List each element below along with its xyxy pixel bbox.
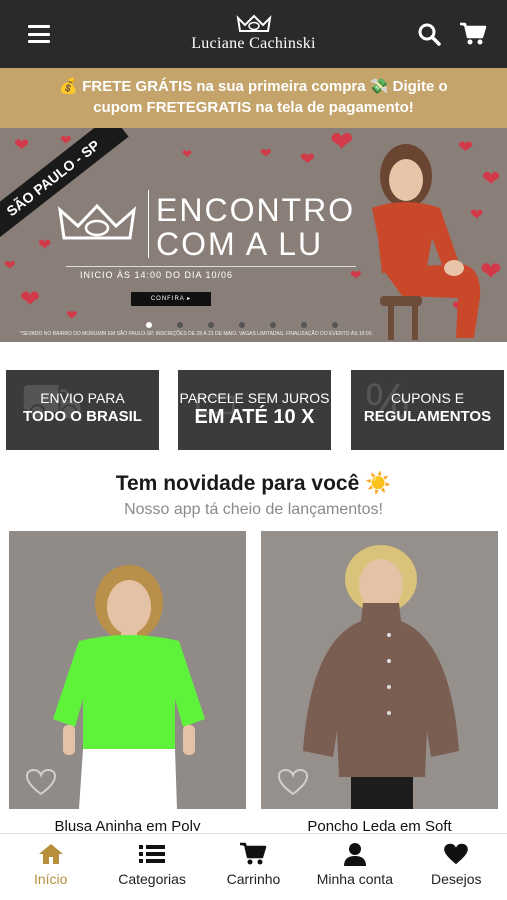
carousel-dot[interactable] (177, 322, 183, 328)
favorite-heart-icon[interactable] (25, 768, 57, 796)
product-card[interactable]: Blusa Aninha em Poly (9, 531, 246, 831)
favorite-heart-icon[interactable] (277, 768, 309, 796)
shipping-info-box[interactable]: ⛟ ENVIO PARA TODO O BRASIL (6, 370, 159, 450)
heart-decoration: ❤ (20, 286, 41, 313)
section-title: Tem novidade para você ☀️ (115, 472, 392, 495)
banner-title-line-2: COM A LU (156, 226, 324, 262)
crown-icon (236, 14, 271, 32)
heart-decoration: ❤ (260, 145, 272, 161)
nav-item-inicio[interactable]: Início (1, 842, 101, 887)
cart-icon[interactable] (459, 22, 487, 46)
nav-label: Carrinho (226, 871, 281, 887)
confira-button[interactable]: CONFIRA ▸ (131, 292, 211, 306)
carousel-dot[interactable] (301, 322, 307, 328)
carousel-dot[interactable] (146, 322, 152, 328)
bottom-navigation: Início Categorias Carrinho Minha conta D… (0, 833, 507, 900)
info-boxes: ⛟ ENVIO PARA TODO O BRASIL ▭ PARCELE SEM… (0, 370, 507, 450)
coupons-info-box[interactable]: % CUPONS E REGULAMENTOS (351, 370, 504, 450)
heart-decoration: ❤ (4, 257, 16, 273)
carousel-dot[interactable] (270, 322, 276, 328)
carousel-dot[interactable] (208, 322, 214, 328)
search-icon[interactable] (417, 22, 441, 46)
promo-line-1: 💰 FRETE GRÁTIS na sua primeira compra 💸 … (59, 78, 448, 95)
banner-fine-print: *SEVADO NO BAIRRO DO MORUMBI EM SÃO PAUL… (20, 331, 373, 337)
list-icon (139, 845, 166, 863)
heart-decoration: ❤ (60, 132, 72, 148)
carousel-dots[interactable] (146, 322, 338, 328)
promo-banner[interactable]: 💰 FRETE GRÁTIS na sua primeira compra 💸 … (0, 68, 507, 128)
heart-decoration: ❤ (14, 135, 30, 155)
banner-title-line-1: ENCONTRO (156, 192, 356, 228)
product-name[interactable]: Poncho Leda em Soft (261, 818, 498, 831)
cart-icon (240, 842, 267, 865)
promo-line-2: cupom FRETEGRATIS na tela de pagamento! (93, 99, 414, 116)
home-icon (38, 844, 63, 864)
crown-logo-icon (57, 203, 137, 240)
heart-icon (444, 843, 469, 865)
heart-decoration: ❤ (330, 128, 354, 157)
installments-info-box[interactable]: ▭ PARCELE SEM JUROS EM ATÉ 10 X (178, 370, 331, 450)
user-icon (343, 843, 366, 866)
nav-item-minha-conta[interactable]: Minha conta (305, 842, 405, 887)
carousel-dot[interactable] (332, 322, 338, 328)
title-underline (66, 266, 356, 267)
nav-label: Categorias (118, 871, 186, 887)
carousel-dot[interactable] (239, 322, 245, 328)
nav-label: Desejos (430, 871, 482, 887)
nav-label: Início (33, 871, 68, 887)
app-header: Luciane Cachinski (0, 0, 507, 68)
info-box-line-1: PARCELE SEM JUROS (179, 390, 330, 406)
info-box-line-1: CUPONS E (390, 390, 465, 406)
section-subtitle: Nosso app tá cheio de lançamentos! (124, 501, 383, 518)
banner-subtitle: INICIO ÀS 14:00 DO DIA 10/06 (80, 270, 234, 280)
hero-carousel[interactable]: ❤ ❤ ❤ ❤ ❤ ❤ ❤ ❤ ❤ ❤ ❤ ❤ ❤ ❤ ❤ ❤ ❤ SÃO PA… (0, 128, 507, 342)
product-card[interactable]: Poncho Leda em Soft (261, 531, 498, 831)
info-box-line-2: REGULAMENTOS (363, 408, 492, 425)
menu-icon[interactable] (28, 25, 50, 43)
heart-decoration: ❤ (66, 307, 78, 323)
model-photo (372, 144, 481, 340)
nav-item-categorias[interactable]: Categorias (102, 842, 202, 887)
nav-item-desejos[interactable]: Desejos (406, 842, 506, 887)
title-separator (148, 190, 149, 258)
heart-decoration: ❤ (350, 267, 362, 283)
heart-decoration: ❤ (182, 147, 193, 161)
info-box-line-2: TODO O BRASIL (23, 408, 142, 425)
heart-decoration: ❤ (38, 237, 52, 254)
info-box-line-1: ENVIO PARA (40, 390, 125, 406)
heart-decoration: ❤ (300, 149, 316, 169)
nav-item-carrinho[interactable]: Carrinho (203, 842, 303, 887)
info-box-line-2: EM ATÉ 10 X (194, 406, 315, 428)
product-name[interactable]: Blusa Aninha em Poly (9, 818, 246, 831)
nav-label: Minha conta (316, 871, 393, 887)
